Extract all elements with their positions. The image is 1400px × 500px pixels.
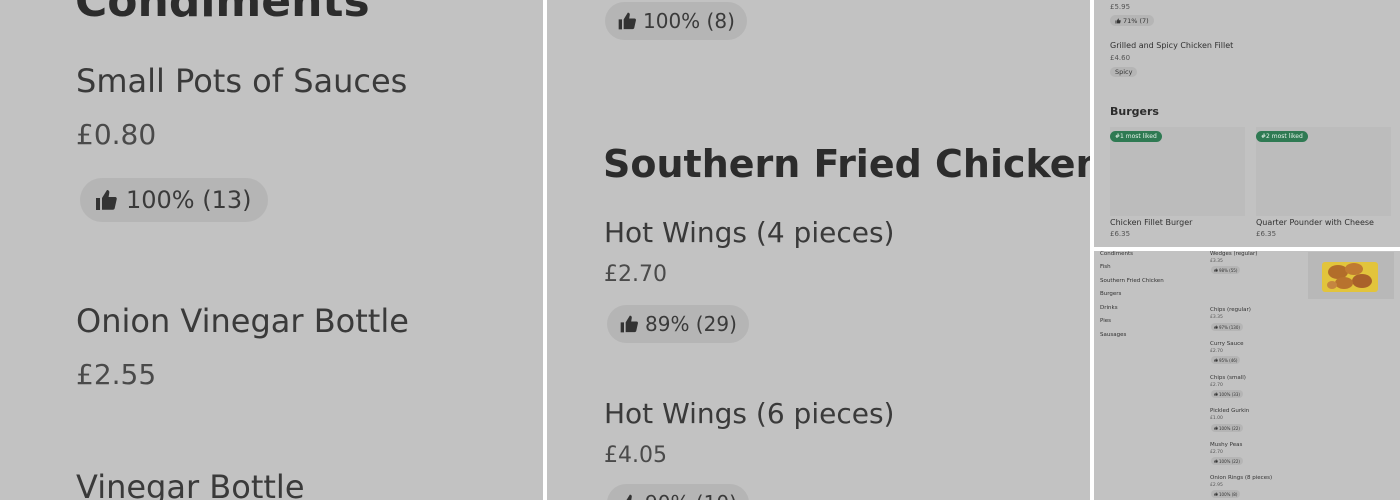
card-price: £6.35 (1110, 230, 1131, 238)
southern-fried-zoom-panel: 100% (8) Southern Fried Chicken Hot Wing… (547, 0, 1090, 500)
sidebar-item-drinks[interactable]: Drinks (1100, 305, 1118, 311)
thumbs-up-icon (1214, 492, 1218, 496)
list-item-name[interactable]: Pickled Gurkin (1210, 408, 1249, 414)
rating-badge: 100% (8) (1211, 490, 1241, 498)
rating-text: 100% (22) (1219, 458, 1240, 464)
most-liked-badge: #1 most liked (1110, 131, 1162, 142)
thumbs-up-icon (1214, 392, 1218, 396)
item-price: £4.60 (1110, 54, 1131, 62)
item-name[interactable]: Hot Wings (6 pieces) (604, 397, 894, 430)
rating-badge: 100% (33) (1211, 390, 1243, 398)
item-name[interactable]: Small Pots of Sauces (76, 62, 407, 100)
rating-badge: 100% (22) (1211, 457, 1243, 465)
list-item-price: £2.95 (1210, 483, 1223, 488)
menu-overview-panel: Condiments Fish Southern Fried Chicken B… (1094, 251, 1400, 500)
rating-text: 98% (55) (1219, 267, 1238, 273)
rating-badge: 71% (7) (1110, 15, 1154, 26)
thumbs-up-icon (1214, 426, 1218, 430)
rating-text: 100% (33) (1219, 391, 1240, 397)
card-name[interactable]: Chicken Fillet Burger (1110, 218, 1192, 227)
sidebar-item-southern-fried-chicken[interactable]: Southern Fried Chicken (1100, 278, 1164, 284)
list-item-name[interactable]: Onion Rings (8 pieces) (1210, 475, 1272, 481)
rating-text: 89% (29) (645, 312, 737, 336)
rating-text: 90% (10) (645, 491, 737, 500)
item-name[interactable]: Hot Wings (4 pieces) (604, 216, 894, 249)
thumbs-up-icon (1214, 459, 1218, 463)
thumbs-up-icon (1214, 325, 1218, 329)
thumbs-up-icon (1214, 268, 1218, 272)
list-item-price: £2.70 (1210, 383, 1223, 388)
list-item-price: £2.70 (1210, 450, 1223, 455)
rating-badge: 89% (29) (607, 305, 749, 343)
item-price: £5.95 (1110, 3, 1131, 11)
spicy-tag: Spicy (1110, 67, 1138, 77)
most-liked-badge: #2 most liked (1256, 131, 1308, 142)
thumbs-up-icon (1214, 358, 1218, 362)
rating-badge: 98% (55) (1211, 266, 1241, 274)
item-price: £2.70 (604, 262, 667, 287)
section-heading-burgers: Burgers (1110, 105, 1159, 118)
rating-text: 100% (22) (1219, 425, 1240, 431)
burgers-panel: £5.95 71% (7) Grilled and Spicy Chicken … (1094, 0, 1400, 247)
item-name[interactable]: Vinegar Bottle (76, 468, 305, 500)
rating-text: 100% (8) (643, 9, 735, 33)
rating-badge: 90% (10) (607, 484, 749, 500)
section-heading-condiments: Condiments (75, 0, 370, 27)
rating-text: 100% (8) (1219, 491, 1238, 497)
rating-badge: 100% (8) (605, 2, 747, 40)
list-item-name[interactable]: Curry Sauce (1210, 341, 1244, 347)
section-heading-southern-fried: Southern Fried Chicken (603, 142, 1090, 186)
card-name[interactable]: Quarter Pounder with Cheese (1256, 218, 1374, 227)
sidebar-item-burgers[interactable]: Burgers (1100, 291, 1121, 297)
sidebar-item-pies[interactable]: Pies (1100, 318, 1111, 324)
item-price: £0.80 (76, 118, 157, 151)
rating-badge: 100% (13) (80, 178, 268, 222)
rating-badge: 100% (22) (1211, 424, 1243, 432)
thumbs-up-icon (1115, 18, 1121, 23)
list-item-name[interactable]: Chips (small) (1210, 375, 1246, 381)
item-name[interactable]: Onion Vinegar Bottle (76, 302, 409, 340)
list-item-price: £2.70 (1210, 349, 1223, 354)
card-price: £6.35 (1256, 230, 1277, 238)
condiments-zoom-panel: Condiments Small Pots of Sauces £0.80 10… (0, 0, 543, 500)
sidebar-item-condiments[interactable]: Condiments (1100, 251, 1133, 257)
thumbs-up-icon (626, 494, 632, 500)
thumbs-up-icon (618, 12, 636, 30)
rating-text: 100% (13) (126, 186, 252, 214)
tag-text: Spicy (1115, 68, 1133, 76)
list-item-name[interactable]: Wedges (regular) (1210, 251, 1257, 257)
list-item-price: £1.00 (1210, 416, 1223, 421)
rating-text: 97% (130) (1219, 324, 1240, 330)
food-image (1322, 262, 1378, 292)
rating-badge: 97% (130) (1211, 323, 1243, 331)
item-price: £2.55 (76, 358, 157, 391)
sidebar-item-fish[interactable]: Fish (1100, 264, 1111, 270)
list-item-name[interactable]: Chips (regular) (1210, 307, 1251, 313)
sidebar-item-sausages[interactable]: Sausages (1100, 332, 1126, 338)
thumbs-up-icon (620, 315, 638, 333)
item-price: £4.05 (604, 443, 667, 468)
rating-text: 71% (7) (1123, 16, 1149, 25)
list-item-price: £3.35 (1210, 259, 1223, 264)
list-item-name[interactable]: Mushy Peas (1210, 442, 1242, 448)
list-item-price: £3.35 (1210, 315, 1223, 320)
rating-text: 95% (46) (1219, 357, 1238, 363)
rating-badge: 95% (46) (1211, 356, 1241, 364)
thumbs-up-icon (96, 190, 117, 210)
chicken-photo (1308, 252, 1394, 299)
item-name[interactable]: Grilled and Spicy Chicken Fillet (1110, 41, 1233, 50)
